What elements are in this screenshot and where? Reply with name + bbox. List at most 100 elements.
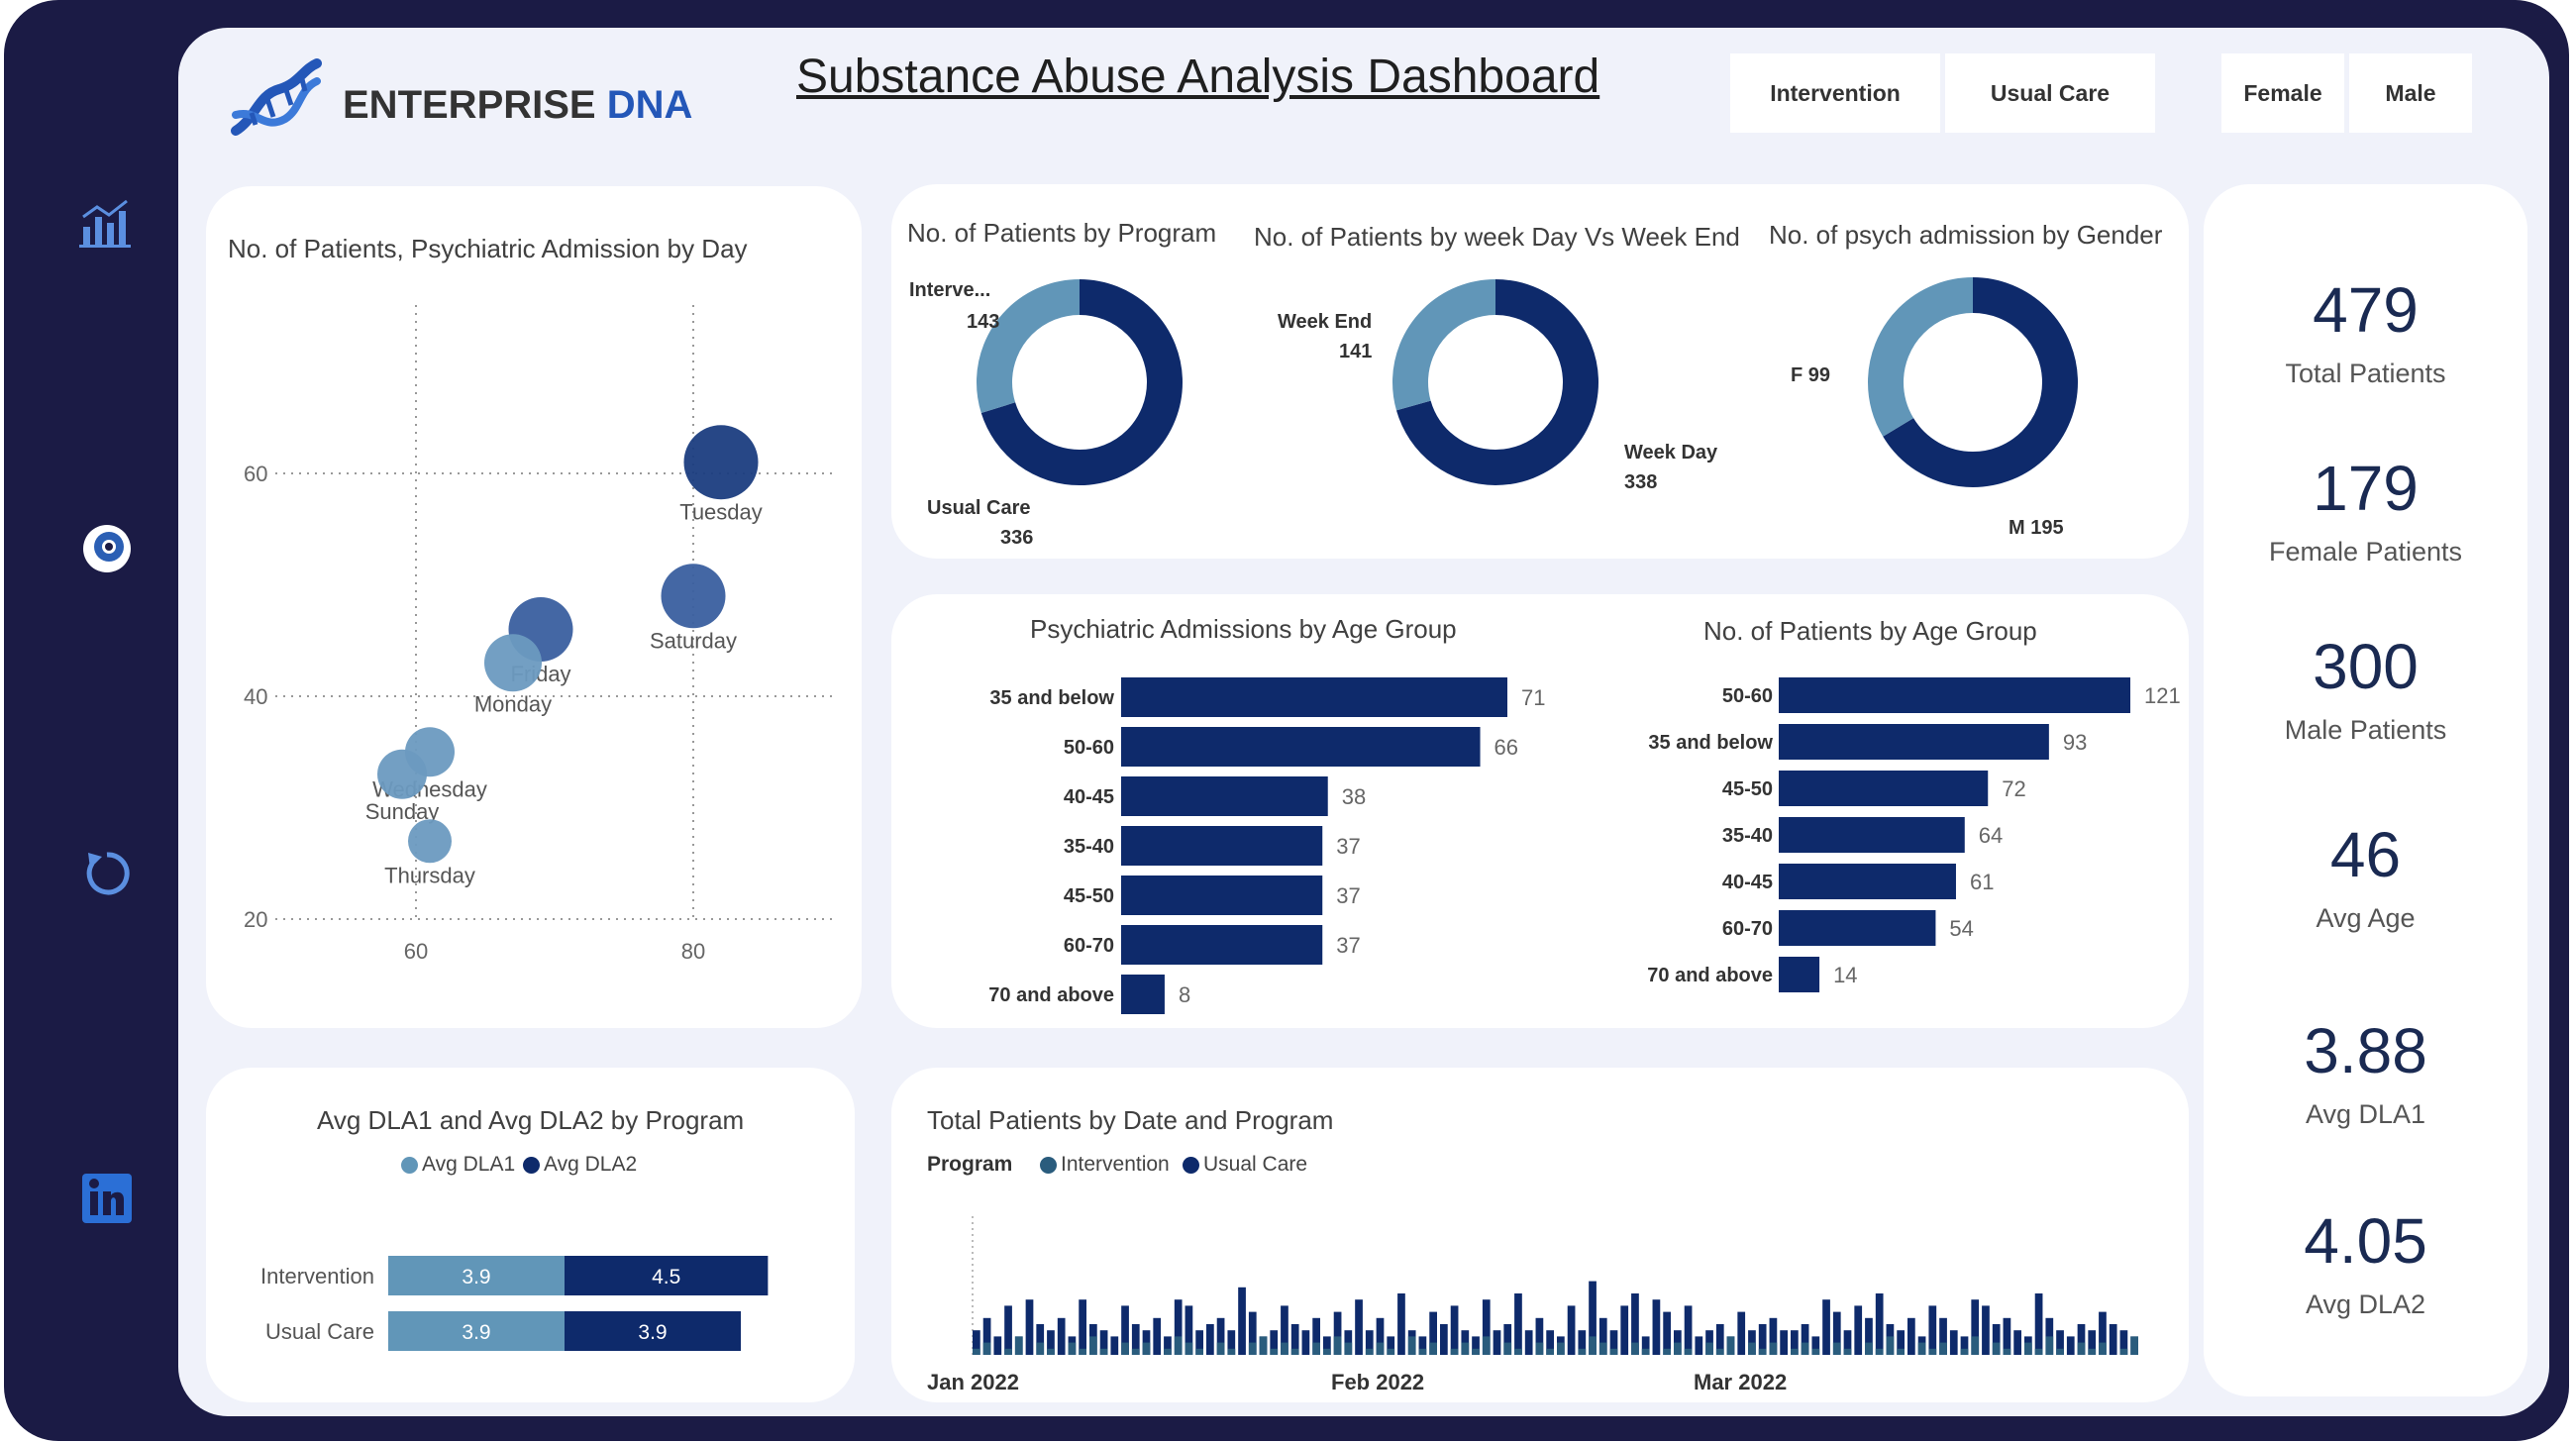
timeline-bar-usual-care (1620, 1305, 1629, 1355)
page-title: Substance Abuse Analysis Dashboard (796, 51, 1600, 103)
age-bar-category: 70 and above (988, 984, 1114, 1006)
kpi-card: 479 Total Patients 179 Female Patients 3… (2204, 184, 2527, 1396)
timeline-bar-intervention (1631, 1342, 1639, 1355)
timeline-bar-intervention (2077, 1342, 2086, 1355)
bar-chart-icon[interactable] (73, 190, 141, 258)
timeline-bar-intervention (1333, 1336, 1342, 1355)
dla-category: Usual Care (265, 1319, 374, 1344)
timeline-bar-usual-care (993, 1336, 1002, 1355)
scatter-card: No. of Patients, Psychiatric Admission b… (206, 186, 862, 1028)
timeline-bar-usual-care (1663, 1311, 1671, 1355)
timeline-bar-intervention (1312, 1342, 1320, 1355)
age-bar-value: 71 (1521, 685, 1545, 710)
donut-gender-label-1: M 195 (2009, 517, 2064, 539)
donut-program-label-0-value: 143 (967, 311, 1000, 333)
dla-bar-dla1-value: 3.9 (462, 1266, 490, 1288)
age-bar-category: 50-60 (1722, 685, 1773, 707)
timeline-bar-usual-care (1822, 1299, 1830, 1355)
timeline-bar-usual-care (1057, 1317, 1066, 1355)
timeline-bar-usual-care (1928, 1305, 1937, 1355)
timeline-bar-usual-care (1780, 1330, 1788, 1355)
age-bar-value: 64 (1979, 823, 2003, 848)
timeline-bar-usual-care (1079, 1299, 1086, 1355)
timeline-bar-intervention (1227, 1348, 1236, 1355)
dla-bar-dla2-value: 4.5 (652, 1266, 680, 1288)
timeline-bar-intervention (1684, 1348, 1693, 1355)
age-bar (1121, 826, 1323, 866)
timeline-bar-usual-care (2066, 1336, 2075, 1355)
timeline-bar-intervention (1960, 1348, 1969, 1355)
timeline-bar-intervention (1598, 1342, 1607, 1355)
timeline-bar-intervention (1164, 1348, 1172, 1355)
refresh-icon[interactable] (73, 840, 141, 907)
eye-icon[interactable] (73, 515, 141, 582)
timeline-bar-usual-care (2034, 1293, 2043, 1355)
kpi-avg-dla2-label: Avg DLA2 (2305, 1289, 2426, 1319)
timeline-bar-usual-care (1493, 1330, 1501, 1355)
age-bar (1779, 771, 1989, 806)
kpi-avg-dla1-label: Avg DLA1 (2305, 1099, 2426, 1129)
age-bar-category: 35-40 (1722, 825, 1773, 847)
timeline-bar-intervention (1992, 1342, 2001, 1355)
timeline-bar-usual-care (1854, 1305, 1863, 1355)
slicer-usual-care-button[interactable]: Usual Care (1945, 53, 2155, 133)
age-bar-value: 66 (1494, 735, 1518, 760)
timeline-bar-usual-care (1153, 1317, 1162, 1355)
age-bar-category: 35 and below (1648, 732, 1773, 754)
timeline-bar-intervention (1811, 1348, 1820, 1355)
age-bar (1121, 776, 1328, 816)
kpi-male-patients-label: Male Patients (2284, 715, 2447, 745)
brand-name-text: ENTERPRISE (343, 83, 596, 127)
timeline-bar-intervention (1535, 1342, 1544, 1355)
dla-chart: Intervention 3.9 4.5 Usual Care 3.9 3.9 (260, 1256, 769, 1351)
age-bar-category: 35-40 (1064, 836, 1114, 858)
timeline-bar-intervention (1387, 1348, 1395, 1355)
timeline-bar-intervention (1641, 1348, 1650, 1355)
slicer-male-button[interactable]: Male (2349, 53, 2472, 133)
timeline-bar-intervention (1589, 1336, 1597, 1355)
timeline-bar-intervention (2003, 1348, 2011, 1355)
timeline-bar-intervention (1674, 1342, 1682, 1355)
timeline-bar-intervention (2119, 1348, 2128, 1355)
donuts-card: No. of Patients by Program No. of Patien… (891, 184, 2189, 559)
age-bar (1121, 677, 1507, 717)
kpi-avg-dla1-value: 3.88 (2304, 1015, 2427, 1086)
slicer-female-button[interactable]: Female (2221, 53, 2344, 133)
scatter-point-label: Saturday (650, 628, 737, 653)
scatter-y-tick: 40 (244, 684, 267, 709)
donut-weekday-label-1-value: 338 (1624, 471, 1658, 493)
timeline-card: Total Patients by Date and Program Progr… (891, 1068, 2189, 1402)
timeline-bar-intervention (1705, 1342, 1713, 1355)
age-bar-category: 45-50 (1064, 885, 1114, 907)
timeline-bar-intervention (1939, 1342, 1947, 1355)
donut-program-label-0-name: Interve... (909, 279, 991, 301)
age-bar (1779, 677, 2130, 713)
timeline-bar-intervention (1472, 1348, 1480, 1355)
age-bar-value: 37 (1336, 834, 1360, 859)
donut-weekday-label-0-name: Week End (1278, 311, 1373, 333)
timeline-bar-intervention (1418, 1348, 1427, 1355)
age-bar-value: 37 (1336, 883, 1360, 908)
timeline-bar-usual-care (1004, 1305, 1012, 1355)
timeline-bar-intervention (1791, 1348, 1799, 1355)
donut-weekday-label-1-name: Week Day (1624, 442, 1718, 464)
linkedin-icon[interactable] (73, 1165, 141, 1232)
age-bar (1121, 876, 1323, 915)
dla-category: Intervention (260, 1264, 374, 1288)
donut-weekday-label-0-value: 141 (1339, 341, 1373, 362)
scatter-point (484, 634, 542, 692)
age-bar-value: 121 (2144, 683, 2181, 708)
kpi-avg-age-label: Avg Age (2316, 903, 2416, 933)
age-bar-value: 93 (2063, 730, 2087, 755)
timeline-bar-intervention (982, 1342, 991, 1355)
age-bar-value: 37 (1336, 933, 1360, 958)
timeline-bar-intervention (1290, 1348, 1299, 1355)
timeline-bar-usual-care (1238, 1287, 1246, 1355)
timeline-bar-intervention (1928, 1348, 1937, 1355)
scatter-x-tick: 60 (404, 939, 428, 964)
timeline-bar-intervention (1068, 1342, 1077, 1355)
slicer-intervention-button[interactable]: Intervention (1730, 53, 1940, 133)
brand-logo (228, 55, 323, 143)
kpi-avg-dla2-value: 4.05 (2304, 1205, 2427, 1277)
timeline-bar-intervention (1270, 1348, 1279, 1355)
